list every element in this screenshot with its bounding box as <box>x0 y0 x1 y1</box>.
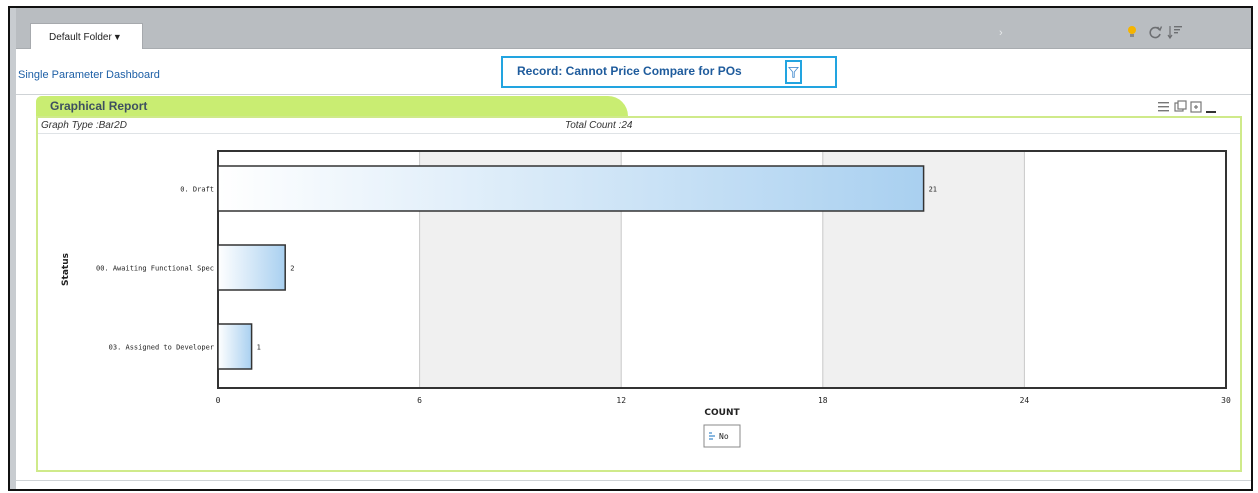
tab-bar: Default Folder▼ › <box>16 8 1251 49</box>
bar <box>217 323 253 370</box>
legend-swatch-bar <box>709 432 712 434</box>
legend-swatch-bar <box>709 435 715 437</box>
lightbulb-icon[interactable] <box>1124 24 1140 40</box>
x-tick-label: 18 <box>818 396 828 405</box>
minimize-icon[interactable] <box>1206 111 1216 113</box>
filter-icon[interactable] <box>785 60 802 84</box>
legend-label: No <box>719 432 729 441</box>
bar <box>217 244 286 291</box>
divider <box>16 94 1251 95</box>
footer-divider <box>16 480 1251 481</box>
bar <box>217 165 925 212</box>
x-tick-label: 6 <box>417 396 422 405</box>
record-title-box: Record: Cannot Price Compare for POs <box>501 56 837 88</box>
graphical-report-panel: Graph Type :Bar2D Total Count :24 0. Dra… <box>36 116 1242 472</box>
x-tick-label: 24 <box>1020 396 1030 405</box>
tab-default-folder[interactable]: Default Folder▼ <box>30 23 143 49</box>
data-label: 21 <box>929 186 937 194</box>
x-tick-label: 12 <box>616 396 626 405</box>
bar-chart: 0. Draft 00. Awaiting Functional Spec 03. … <box>61 150 1231 448</box>
chevron-down-icon[interactable]: ▼ <box>113 32 122 42</box>
data-label: 2 <box>290 265 294 273</box>
dashboard-header: Single Parameter Dashboard Record: Canno… <box>16 49 1251 94</box>
category-label: 0. Draft <box>180 186 214 194</box>
panel-toolbar <box>1158 100 1216 113</box>
legend-swatch-bar <box>709 438 713 440</box>
x-axis-title: COUNT <box>704 408 740 418</box>
tab-scroll-right-icon[interactable]: › <box>999 27 1003 39</box>
expand-icon[interactable] <box>1190 101 1202 113</box>
dashboard-link[interactable]: Single Parameter Dashboard <box>18 69 160 81</box>
x-tick-label: 30 <box>1221 396 1231 405</box>
export-icon[interactable] <box>1174 100 1187 112</box>
refresh-icon[interactable] <box>1147 24 1163 40</box>
panel-title: Graphical Report <box>50 99 148 113</box>
legend[interactable]: No <box>703 424 741 448</box>
sort-icon[interactable] <box>1167 24 1183 40</box>
app-window: Default Folder▼ › Single Parameter Dashb… <box>8 6 1253 491</box>
tab-default-folder-label: Default Folder <box>49 32 112 43</box>
record-title: Record: Cannot Price Compare for POs <box>517 64 742 78</box>
list-icon[interactable] <box>1158 102 1169 112</box>
panel-title-tab: Graphical Report <box>36 96 628 116</box>
data-label: 1 <box>257 344 261 352</box>
category-label: 03. Assigned to Developer <box>109 344 214 352</box>
x-tick-label: 0 <box>216 396 221 405</box>
y-axis-title: Status <box>61 253 71 286</box>
category-label: 00. Awaiting Functional Spec <box>96 265 214 273</box>
